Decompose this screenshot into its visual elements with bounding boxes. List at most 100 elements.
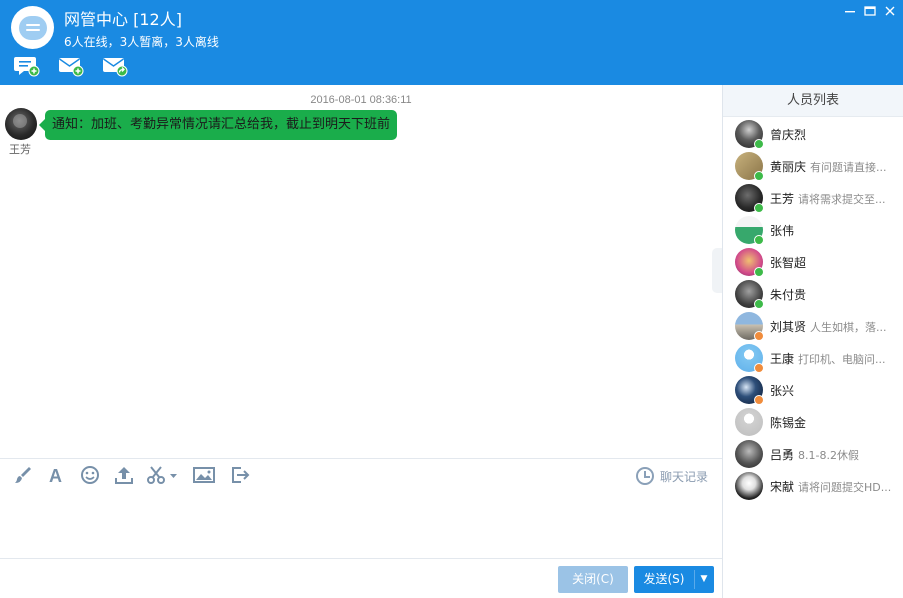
member-signature: 人生如棋，落... <box>810 321 887 334</box>
member-name-text: 陈锡金 <box>770 416 807 430</box>
member-name: 朱付贵 <box>770 286 806 303</box>
member-name: 张智超 <box>770 254 806 271</box>
online-status-icon <box>754 235 764 245</box>
close-icon <box>885 6 895 16</box>
member-name: 张伟 <box>770 222 794 239</box>
member-item[interactable]: 宋献 请将问题提交HD... <box>723 471 903 501</box>
member-name: 王芳 请将需求提交至... <box>770 190 886 207</box>
avatar <box>735 408 763 436</box>
away-status-icon <box>754 363 764 373</box>
member-list-panel: 人员列表 曾庆烈黄丽庆 有问题请直接... 王芳 请将需求提交至... 张伟张智超朱付贵… <box>723 85 903 598</box>
member-status-summary: 6人在线，3人暂离，3人离线 <box>64 35 219 49</box>
chat-history-button[interactable]: 聊天记录 <box>635 465 708 487</box>
clock-icon <box>635 467 654 485</box>
brush-icon <box>15 467 31 483</box>
member-name: 刘其贤 人生如棋，落... <box>770 318 887 335</box>
member-signature: 打印机、电脑问... <box>798 353 886 366</box>
message-input[interactable] <box>0 492 722 558</box>
member-signature: 请将需求提交至... <box>798 193 886 206</box>
member-name-text: 曾庆烈 <box>770 128 807 142</box>
image-button[interactable] <box>192 465 216 487</box>
new-chat-icon <box>14 57 40 77</box>
maximize-button[interactable] <box>862 5 878 21</box>
minimize-button[interactable] <box>842 5 858 21</box>
member-item[interactable]: 黄丽庆 有问题请直接... <box>723 151 903 181</box>
image-icon <box>193 467 215 483</box>
message-timestamp: 2016-08-01 08:36:11 <box>310 94 412 106</box>
member-name-text: 黄丽庆 <box>770 160 807 174</box>
member-signature: 请将问题提交HD... <box>798 481 892 494</box>
screenshot-button[interactable] <box>146 465 180 487</box>
exit-share-icon <box>232 467 250 483</box>
member-item[interactable]: 张智超 <box>723 247 903 277</box>
panel-collapse-handle[interactable] <box>712 248 722 293</box>
member-name-text: 王康 <box>770 352 795 366</box>
member-item[interactable]: 张兴 <box>723 375 903 405</box>
member-name-text: 王芳 <box>770 192 795 206</box>
maximize-icon <box>864 6 876 16</box>
send-button[interactable]: 发送(S) ▼ <box>634 566 714 593</box>
new-chat-button[interactable] <box>14 55 40 77</box>
upload-button[interactable] <box>113 465 135 487</box>
svg-text:A: A <box>49 466 62 485</box>
member-item[interactable]: 吕勇 8.1-8.2休假 <box>723 439 903 469</box>
online-status-icon <box>754 299 764 309</box>
member-item[interactable]: 王康 打印机、电脑问... <box>723 343 903 373</box>
message-sender: 王芳 <box>9 143 31 156</box>
online-status-icon <box>754 139 764 149</box>
action-bar: 关闭(C) 发送(S) ▼ <box>0 558 722 598</box>
group-avatar[interactable] <box>11 6 54 49</box>
member-name-text: 刘其贤 <box>770 320 807 334</box>
member-signature: 8.1-8.2休假 <box>798 449 859 462</box>
font-button[interactable]: A <box>45 465 67 487</box>
member-name-text: 宋献 <box>770 480 795 494</box>
close-window-button[interactable] <box>882 5 898 21</box>
member-list-title: 人员列表 <box>723 85 903 117</box>
member-name: 曾庆烈 <box>770 126 806 143</box>
member-item[interactable]: 张伟 <box>723 215 903 245</box>
upload-icon <box>115 467 133 484</box>
message-area[interactable]: 2016-08-01 08:36:11 王芳 通知：加班、考勤异常情况请汇总给我… <box>0 85 722 458</box>
send-options-dropdown[interactable]: ▼ <box>694 566 714 593</box>
away-status-icon <box>754 331 764 341</box>
chat-bubble-icon <box>18 15 47 40</box>
member-name: 陈锡金 <box>770 414 806 431</box>
member-name: 宋献 请将问题提交HD... <box>770 478 891 495</box>
brush-button[interactable] <box>12 465 34 487</box>
chat-history-label: 聊天记录 <box>659 469 708 484</box>
member-name: 王康 打印机、电脑问... <box>770 350 886 367</box>
input-toolbar: A 聊天记录 <box>0 458 722 492</box>
member-item[interactable]: 刘其贤 人生如棋，落... <box>723 311 903 341</box>
online-status-icon <box>754 267 764 277</box>
member-item[interactable]: 王芳 请将需求提交至... <box>723 183 903 213</box>
emoji-button[interactable] <box>79 465 101 487</box>
font-icon: A <box>49 466 62 486</box>
exit-share-button[interactable] <box>229 465 251 487</box>
message-bubble: 通知：加班、考勤异常情况请汇总给我，截止到明天下班前 <box>38 110 398 140</box>
away-status-icon <box>754 395 764 405</box>
window-title: 网管中心 [12人] <box>64 10 182 29</box>
new-mail-button[interactable] <box>58 55 84 77</box>
send-button-label: 发送(S) <box>643 572 685 586</box>
member-name: 张兴 <box>770 382 794 399</box>
avatar <box>735 440 763 468</box>
screenshot-scissors-icon <box>147 466 177 484</box>
member-name: 黄丽庆 有问题请直接... <box>770 158 887 175</box>
member-signature: 有问题请直接... <box>810 161 887 174</box>
close-button[interactable]: 关闭(C) <box>558 566 628 593</box>
forward-mail-icon <box>103 58 128 77</box>
avatar <box>735 472 763 500</box>
avatar[interactable] <box>5 108 37 140</box>
forward-mail-button[interactable] <box>102 55 128 77</box>
title-bar: 网管中心 [12人] 6人在线，3人暂离，3人离线 <box>0 0 903 85</box>
member-item[interactable]: 朱付贵 <box>723 279 903 309</box>
member-item[interactable]: 曾庆烈 <box>723 119 903 149</box>
member-name: 吕勇 8.1-8.2休假 <box>770 446 859 463</box>
member-name-text: 张智超 <box>770 256 807 270</box>
member-item[interactable]: 陈锡金 <box>723 407 903 437</box>
new-mail-icon <box>59 58 84 77</box>
minimize-icon <box>845 11 855 13</box>
member-name-text: 张伟 <box>770 224 795 238</box>
online-status-icon <box>754 171 764 181</box>
member-name-text: 吕勇 <box>770 448 795 462</box>
